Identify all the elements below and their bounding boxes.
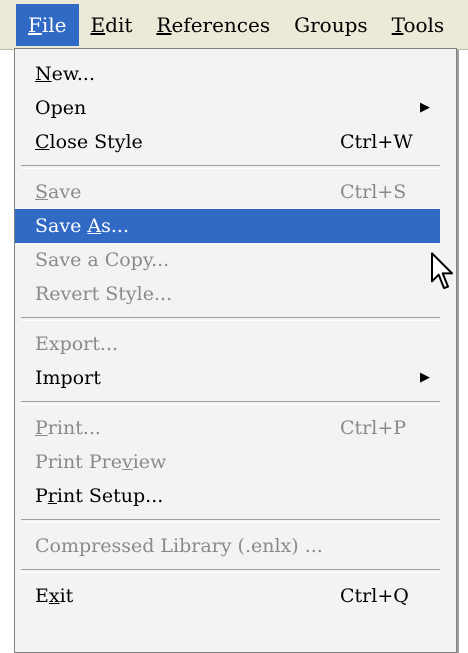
menu-item-exit-accel: x	[48, 585, 60, 607]
menu-item-print-preview: Print Preview	[15, 445, 456, 479]
menu-item-close-style[interactable]: Close Style Ctrl+W	[15, 125, 456, 159]
menu-references[interactable]: References	[144, 4, 282, 46]
menu-item-exit-label: it	[59, 585, 74, 607]
menu-file-accel: F	[28, 12, 42, 37]
menu-item-save-as-accel: A	[87, 215, 102, 237]
menu-item-revert-style: Revert Style...	[15, 277, 456, 311]
app-window-right-edge	[457, 0, 468, 653]
menu-item-save-accel: S	[35, 181, 49, 203]
menu-groups[interactable]: Groups	[282, 4, 380, 46]
menu-item-exit-prefix: E	[35, 585, 49, 607]
menu-item-print-accel: P	[35, 417, 48, 439]
menu-item-exit-shortcut: Ctrl+Q	[340, 585, 409, 607]
menu-item-print-preview-label: iew	[132, 451, 167, 473]
menu-item-print-setup-label: int Setup...	[56, 485, 164, 507]
menu-item-print-label: rint...	[47, 417, 101, 439]
menu-item-close-style-label: lose Style	[49, 131, 143, 153]
menu-tools-accel: T	[391, 12, 404, 37]
menu-item-open[interactable]: Open ▶	[15, 91, 456, 125]
submenu-arrow-icon: ▶	[420, 370, 430, 385]
menu-item-print-shortcut: Ctrl+P	[340, 417, 407, 439]
menu-tools[interactable]: Tools	[380, 4, 457, 46]
menu-edit[interactable]: Edit	[79, 4, 145, 46]
menu-file[interactable]: File	[16, 3, 79, 46]
menu-separator	[21, 569, 440, 573]
menu-separator	[21, 317, 440, 321]
menu-references-label: eferences	[171, 12, 271, 37]
menu-item-revert-style-label: Revert Style...	[35, 283, 173, 305]
menu-item-close-style-accel: C	[35, 131, 50, 153]
menu-item-close-style-shortcut: Ctrl+W	[340, 131, 413, 153]
menu-item-export-label: Export...	[35, 333, 119, 355]
menu-tools-label: ools	[403, 12, 445, 37]
menu-item-save-as-prefix: Save	[35, 215, 88, 237]
menu-separator	[21, 519, 440, 523]
menu-item-print-preview-accel: v	[121, 451, 133, 473]
menu-item-save: Save Ctrl+S	[15, 175, 456, 209]
menu-groups-label: Groups	[294, 12, 368, 37]
menu-item-exit[interactable]: Exit Ctrl+Q	[15, 579, 456, 613]
menu-item-import[interactable]: Import ▶	[15, 361, 456, 395]
menu-item-save-as-label: s...	[101, 215, 129, 237]
file-menu-dropdown: New... Open ▶ Close Style Ctrl+W Save Ctrl+…	[14, 48, 457, 653]
menu-item-print-setup[interactable]: Print Setup...	[15, 479, 456, 513]
menu-edit-accel: E	[90, 12, 106, 37]
menu-item-save-copy: Save a Copy...	[15, 243, 456, 277]
menu-item-print-setup-prefix: P	[35, 485, 48, 507]
menu-item-open-label: Open	[35, 97, 87, 119]
menu-item-new[interactable]: New...	[15, 57, 456, 91]
menu-separator	[21, 401, 440, 405]
screen: File Edit References Groups Tools Wi New…	[0, 0, 468, 653]
menu-item-export: Export...	[15, 327, 456, 361]
menu-item-save-shortcut: Ctrl+S	[340, 181, 407, 203]
menu-item-save-copy-label: Save a Copy...	[35, 249, 170, 271]
menu-item-new-accel: N	[35, 63, 52, 85]
menu-file-label: ile	[41, 12, 67, 37]
menu-item-new-label: ew...	[51, 63, 95, 85]
menu-references-accel: R	[156, 12, 172, 37]
menu-item-print: Print... Ctrl+P	[15, 411, 456, 445]
menu-item-save-label: ave	[48, 181, 82, 203]
menu-separator	[21, 165, 440, 169]
submenu-arrow-icon: ▶	[420, 100, 430, 115]
menu-item-print-preview-prefix: Print Pre	[35, 451, 122, 473]
menu-item-compressed-library: Compressed Library (.enlx) ...	[15, 529, 456, 563]
menu-bar: File Edit References Groups Tools Wi	[0, 0, 468, 50]
menu-item-compressed-library-label: Compressed Library (.enlx) ...	[35, 535, 323, 557]
menu-item-print-setup-accel: r	[47, 485, 57, 507]
menu-item-save-as[interactable]: Save As...	[15, 209, 440, 243]
menu-window[interactable]: Wi	[456, 4, 468, 46]
app-window-left-edge	[0, 0, 15, 653]
menu-edit-label: dit	[105, 12, 133, 37]
menu-item-import-label: Import	[35, 367, 101, 389]
mouse-pointer-icon	[431, 252, 453, 289]
